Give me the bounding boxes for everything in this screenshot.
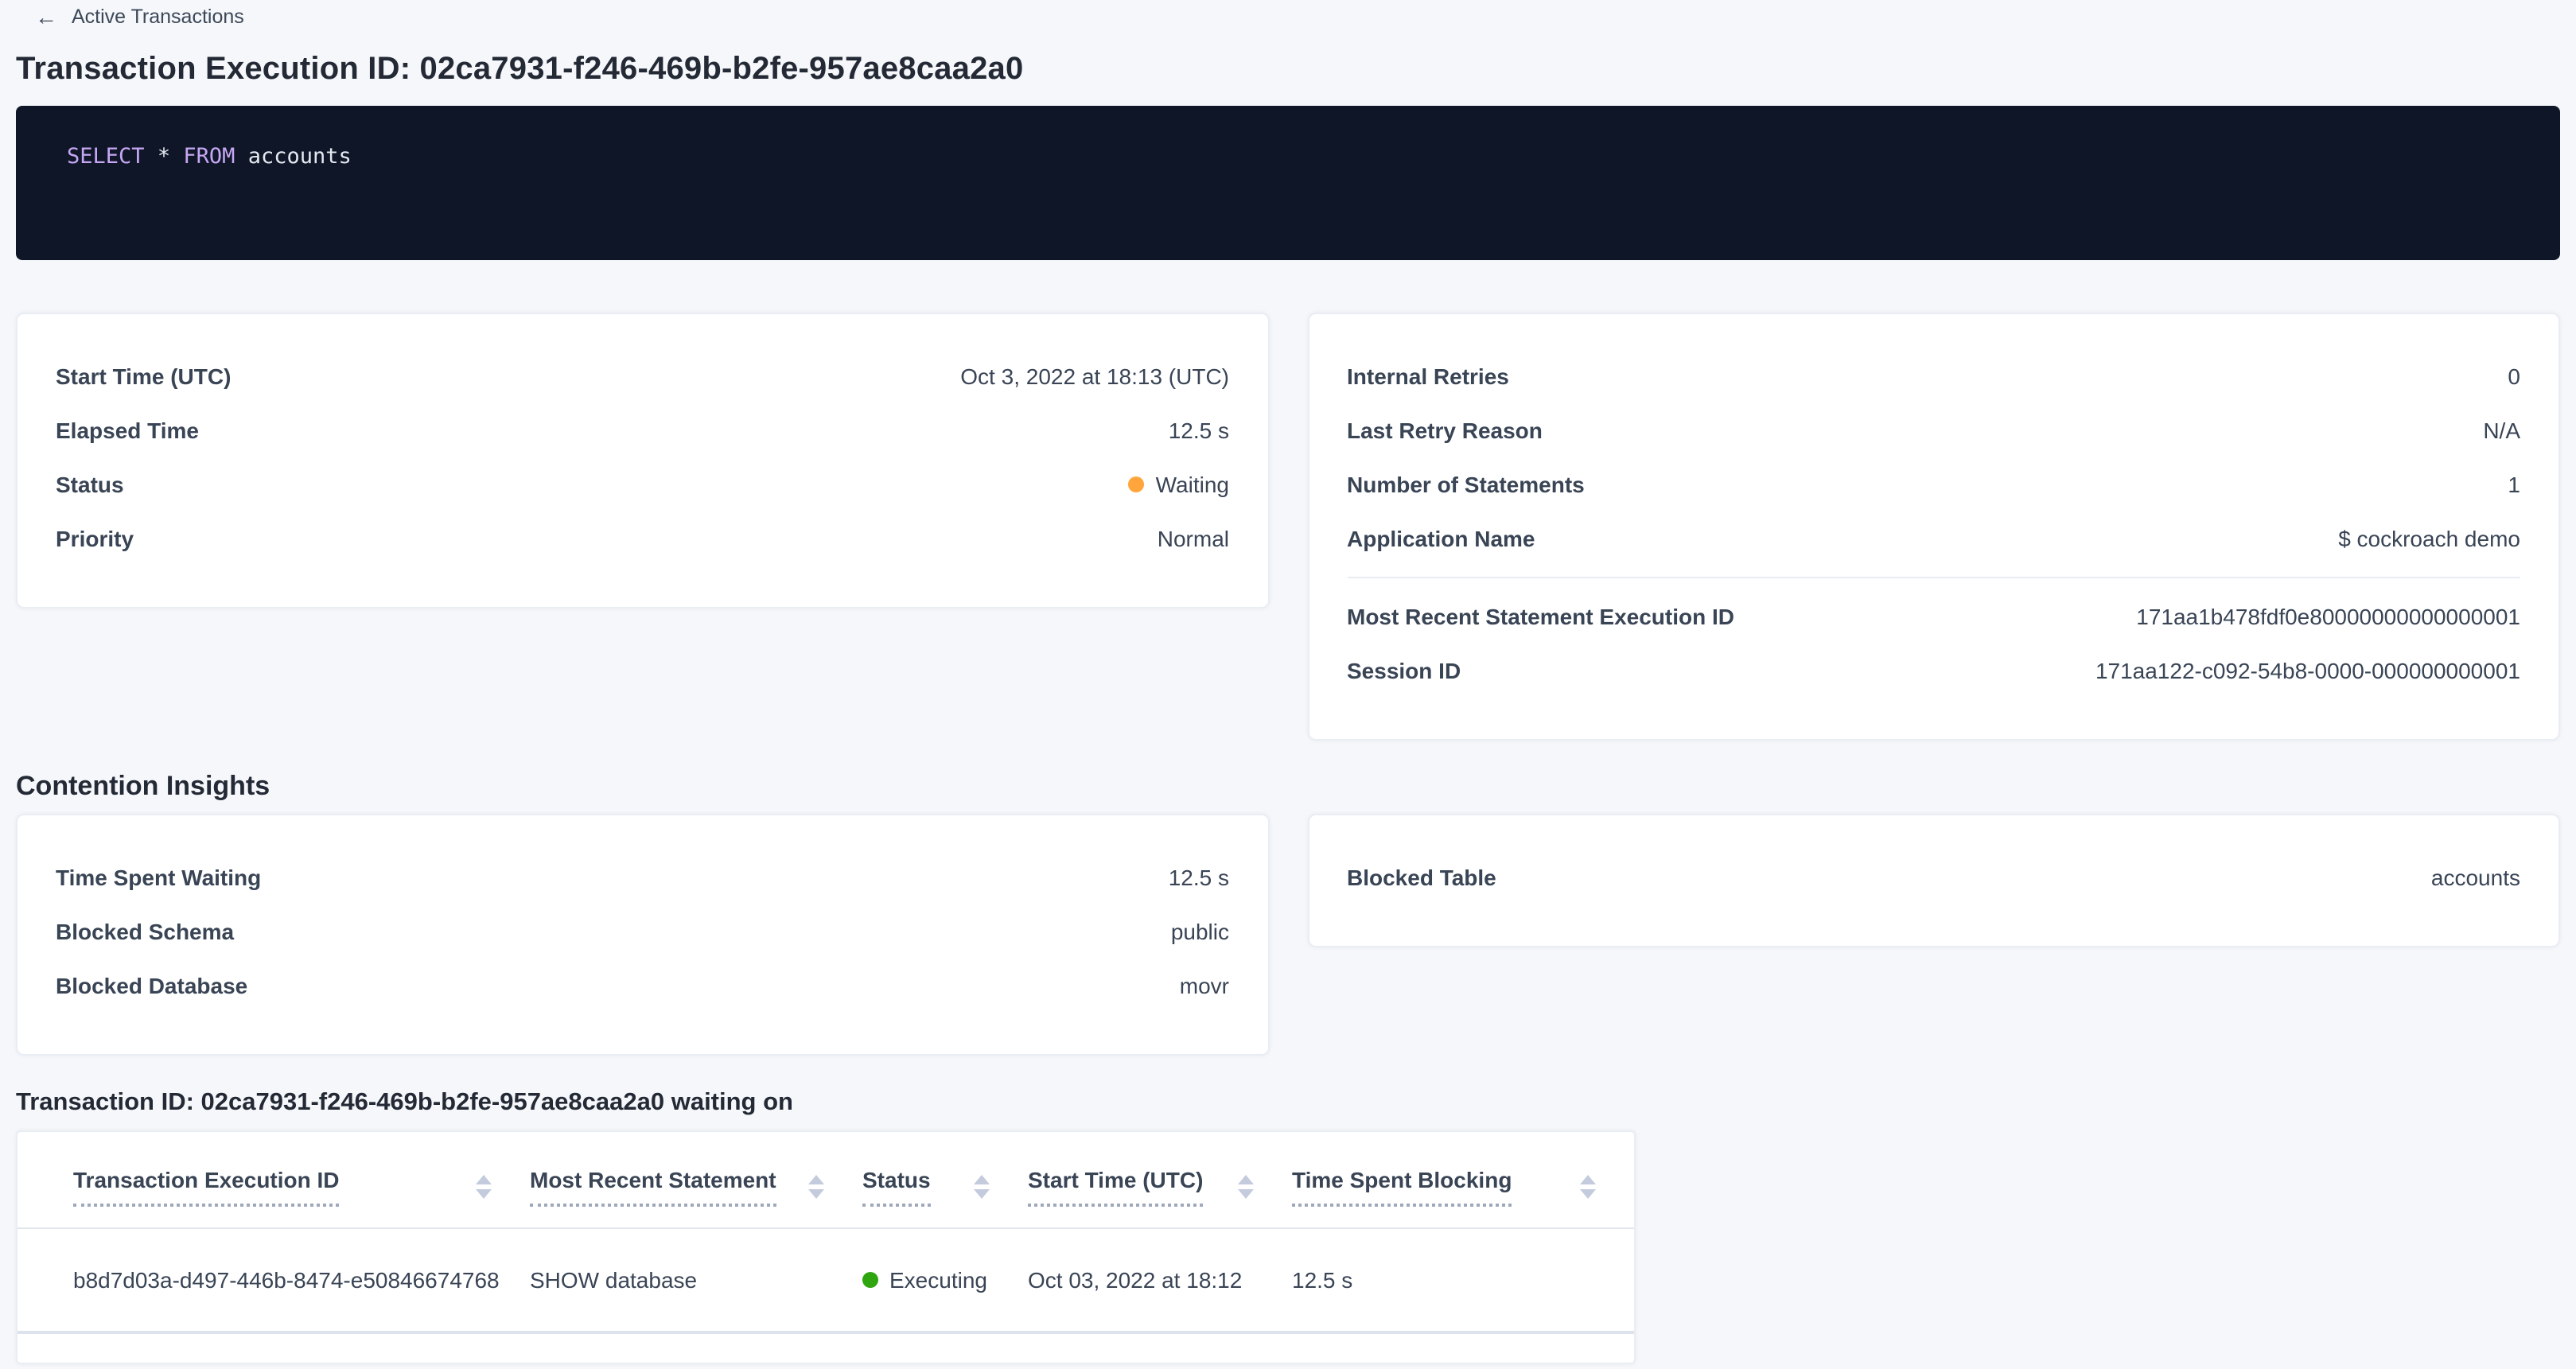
cell-most-recent-statement: SHOW database	[530, 1228, 862, 1332]
column-header-label: Time Spent Blocking	[1292, 1165, 1512, 1207]
summary-row-last-retry-reason: Last Retry Reason N/A	[1347, 403, 2520, 457]
breadcrumb-label: Active Transactions	[72, 4, 244, 29]
summary-row-priority: Priority Normal	[56, 511, 1229, 566]
executing-status-dot-icon	[862, 1272, 878, 1288]
waiting-on-table: Transaction Execution ID Most Recent Sta…	[18, 1132, 1634, 1334]
sort-icon[interactable]	[974, 1174, 990, 1198]
summary-label: Most Recent Statement Execution ID	[1347, 601, 1734, 632]
contention-row-blocked-schema: Blocked Schema public	[56, 904, 1229, 959]
back-arrow-icon: ←	[35, 6, 57, 28]
waiting-status-dot-icon	[1129, 476, 1145, 492]
summary-row-status: Status Waiting	[56, 457, 1229, 511]
summary-value: public	[1171, 916, 1229, 947]
summary-value: $ cockroach demo	[2338, 523, 2520, 554]
summary-label: Application Name	[1347, 523, 1535, 554]
summary-label: Elapsed Time	[56, 414, 199, 446]
cell-status: Executing	[862, 1228, 1028, 1332]
status-badge: Waiting	[1129, 469, 1229, 500]
summary-row-start-time: Start Time (UTC) Oct 3, 2022 at 18:13 (U…	[56, 349, 1229, 403]
sort-icon[interactable]	[1580, 1174, 1596, 1198]
sql-table-name: accounts	[248, 144, 352, 169]
summary-value: 1	[2508, 469, 2520, 500]
cell-time-spent-blocking: 12.5 s	[1292, 1228, 1634, 1332]
summary-row-application-name: Application Name $ cockroach demo	[1347, 511, 2520, 566]
column-header-label: Most Recent Statement	[530, 1165, 776, 1207]
page-title: Transaction Execution ID: 02ca7931-f246-…	[16, 52, 2560, 88]
back-link-active-transactions[interactable]: ← Active Transactions	[35, 4, 244, 29]
column-header-time-spent-blocking[interactable]: Time Spent Blocking	[1292, 1132, 1634, 1228]
summary-value: Oct 3, 2022 at 18:13 (UTC)	[960, 360, 1229, 392]
summary-value: movr	[1180, 970, 1229, 1001]
column-header-most-recent-statement[interactable]: Most Recent Statement	[530, 1132, 862, 1228]
summary-value: accounts	[2431, 861, 2520, 893]
cell-transaction-execution-id: b8d7d03a-d497-446b-8474-e50846674768	[18, 1228, 530, 1332]
column-header-label: Transaction Execution ID	[73, 1165, 340, 1207]
summary-label: Blocked Database	[56, 970, 247, 1001]
sql-statement-box: SELECT * FROM accounts	[16, 106, 2560, 260]
column-header-status[interactable]: Status	[862, 1132, 1028, 1228]
status-text: Waiting	[1156, 469, 1229, 500]
summary-card-left: Start Time (UTC) Oct 3, 2022 at 18:13 (U…	[16, 313, 1269, 609]
table-row: b8d7d03a-d497-446b-8474-e50846674768 SHO…	[18, 1228, 1634, 1332]
waiting-on-table-card: Transaction Execution ID Most Recent Sta…	[16, 1130, 1636, 1364]
card-divider	[1347, 577, 2520, 578]
contention-row-blocked-database: Blocked Database movr	[56, 959, 1229, 1013]
column-header-start-time[interactable]: Start Time (UTC)	[1028, 1132, 1292, 1228]
sql-keyword-select: SELECT	[67, 144, 145, 169]
sort-icon[interactable]	[1238, 1174, 1254, 1198]
column-header-label: Start Time (UTC)	[1028, 1165, 1203, 1207]
session-id-link[interactable]: 171aa122-c092-54b8-0000-000000000001	[2095, 655, 2520, 686]
summary-value: Normal	[1158, 523, 1229, 554]
statement-execution-id-link[interactable]: 171aa1b478fdf0e80000000000000001	[2136, 601, 2520, 632]
column-header-label: Status	[862, 1165, 931, 1207]
table-header-row: Transaction Execution ID Most Recent Sta…	[18, 1132, 1634, 1228]
transaction-details-page: ← Active Transactions Transaction Execut…	[0, 4, 2576, 1364]
cell-start-time: Oct 03, 2022 at 18:12	[1028, 1228, 1292, 1332]
summary-label: Last Retry Reason	[1347, 414, 1543, 446]
sql-statement: SELECT * FROM accounts	[67, 144, 352, 169]
summary-label: Blocked Table	[1347, 861, 1496, 893]
summary-label: Blocked Schema	[56, 916, 234, 947]
contention-row-blocked-table: Blocked Table accounts	[1347, 850, 2520, 904]
summary-value: 0	[2508, 360, 2520, 392]
summary-row-number-of-statements: Number of Statements 1	[1347, 457, 2520, 511]
summary-value: 12.5 s	[1169, 414, 1229, 446]
summary-row-internal-retries: Internal Retries 0	[1347, 349, 2520, 403]
sort-icon[interactable]	[476, 1174, 492, 1198]
contention-row-time-spent-waiting: Time Spent Waiting 12.5 s	[56, 850, 1229, 904]
summary-label: Session ID	[1347, 655, 1461, 686]
sql-keyword-from: FROM	[183, 144, 235, 169]
summary-value: N/A	[2483, 414, 2520, 446]
summary-label: Internal Retries	[1347, 360, 1509, 392]
summary-row-session-id: Session ID 171aa122-c092-54b8-0000-00000…	[1347, 644, 2520, 698]
summary-label: Status	[56, 469, 124, 500]
summary-row-elapsed-time: Elapsed Time 12.5 s	[56, 403, 1229, 457]
summary-label: Time Spent Waiting	[56, 861, 261, 893]
status-text: Executing	[889, 1266, 987, 1294]
sql-star: *	[158, 144, 170, 169]
column-header-transaction-execution-id[interactable]: Transaction Execution ID	[18, 1132, 530, 1228]
summary-card-right: Internal Retries 0 Last Retry Reason N/A…	[1307, 313, 2560, 741]
summary-label: Priority	[56, 523, 134, 554]
waiting-on-heading: Transaction ID: 02ca7931-f246-469b-b2fe-…	[16, 1087, 2560, 1119]
summary-label: Start Time (UTC)	[56, 360, 231, 392]
summary-row-statement-execution-id: Most Recent Statement Execution ID 171aa…	[1347, 589, 2520, 644]
contention-card-left: Time Spent Waiting 12.5 s Blocked Schema…	[16, 814, 1269, 1056]
sort-icon[interactable]	[808, 1174, 824, 1198]
summary-value: 12.5 s	[1169, 861, 1229, 893]
contention-insights-heading: Contention Insights	[16, 769, 2560, 804]
contention-card-right: Blocked Table accounts	[1307, 814, 2560, 947]
summary-label: Number of Statements	[1347, 469, 1585, 500]
